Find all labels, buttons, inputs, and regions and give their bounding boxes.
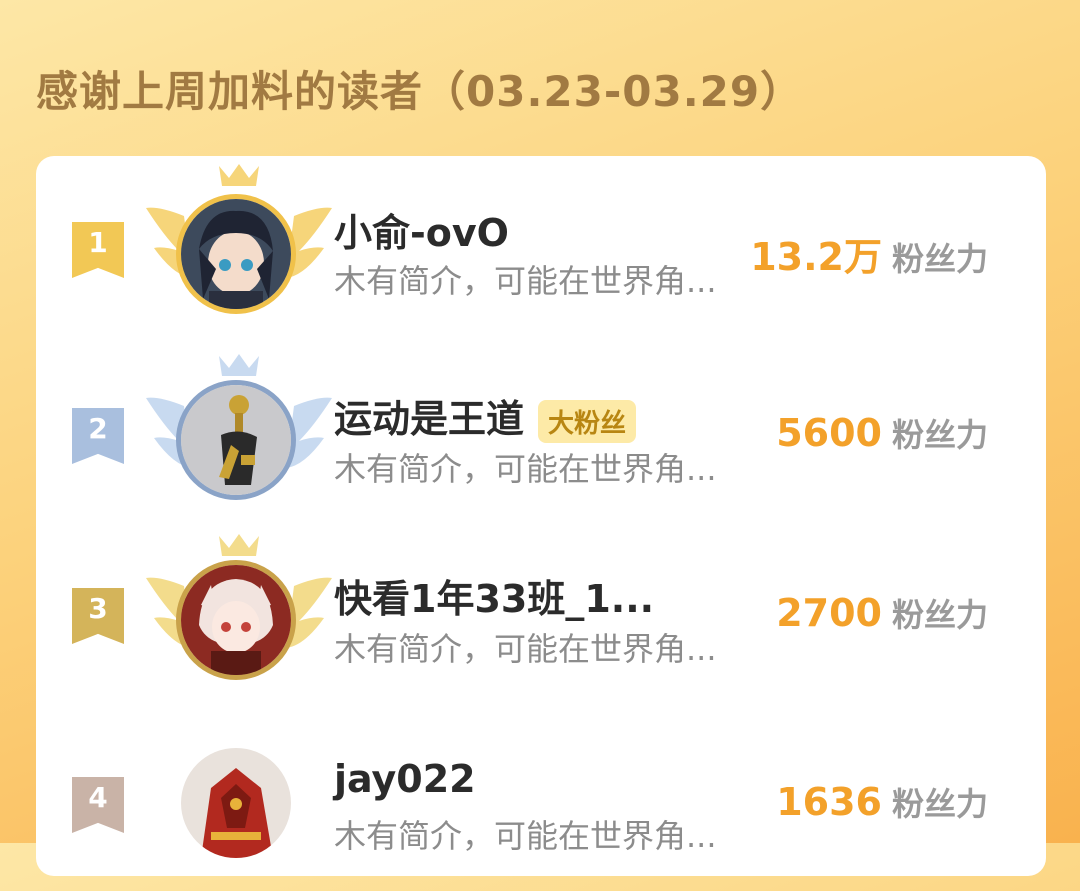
fans-value: 5600 — [776, 411, 882, 455]
list-item[interactable]: 1 小俞-ovO 木有简介，可能在世界角... 13.2万 粉丝力 — [36, 156, 1046, 336]
rank-ribbon-icon: 1 — [72, 222, 124, 278]
fans-unit: 粉丝力 — [891, 240, 988, 278]
avatar-frame — [144, 156, 334, 336]
avatar-frame — [144, 526, 334, 706]
list-item[interactable]: 4 jay022 木有简介，可能在世界角... 1636 粉丝力 — [36, 711, 1046, 891]
user-name[interactable]: jay022 — [334, 757, 476, 801]
big-fan-badge: 大粉丝 — [538, 400, 637, 443]
rank-ribbon-icon: 4 — [72, 777, 124, 833]
avatar[interactable] — [176, 380, 296, 500]
user-name[interactable]: 运动是王道 大粉丝 — [334, 388, 637, 443]
fans-power: 13.2万 粉丝力 — [750, 226, 988, 281]
fans-value: 13.2万 — [750, 235, 882, 279]
user-description: 木有简介，可能在世界角... — [334, 450, 717, 488]
fans-unit: 粉丝力 — [891, 785, 988, 823]
avatar[interactable] — [176, 560, 296, 680]
page-title: 感谢上周加料的读者（03.23-03.29） — [36, 67, 804, 116]
anime-girl-dark-hair-avatar-icon — [181, 199, 291, 309]
rank-ribbon-icon: 2 — [72, 408, 124, 464]
user-name[interactable]: 快看1年33班_1... — [334, 568, 654, 623]
ranking-card: 1 小俞-ovO 木有简介，可能在世界角... 13.2万 粉丝力 2 运动是王… — [36, 156, 1046, 876]
fans-value: 1636 — [776, 780, 882, 824]
anime-girl-white-hair-avatar-icon — [181, 565, 291, 675]
fans-power: 2700 粉丝力 — [776, 590, 988, 636]
avatar-frame — [144, 711, 334, 891]
fans-unit: 粉丝力 — [891, 596, 988, 634]
user-name[interactable]: 小俞-ovO — [334, 202, 509, 257]
rank-ribbon-icon: 3 — [72, 588, 124, 644]
user-description: 木有简介，可能在世界角... — [334, 817, 717, 855]
list-item[interactable]: 2 运动是王道 大粉丝 木有简介，可能在世界角... 5600 粉丝力 — [36, 346, 1046, 526]
list-item[interactable]: 3 快看1年33班_1... 木有简介，可能在世界角... 2700 粉丝力 — [36, 526, 1046, 706]
avatar[interactable] — [176, 743, 296, 863]
avatar[interactable] — [176, 194, 296, 314]
user-description: 木有简介，可能在世界角... — [334, 262, 717, 300]
fans-power: 5600 粉丝力 — [776, 410, 988, 456]
avatar-frame — [144, 346, 334, 526]
fans-value: 2700 — [776, 591, 882, 635]
user-description: 木有简介，可能在世界角... — [334, 630, 717, 668]
fans-power: 1636 粉丝力 — [776, 779, 988, 825]
fans-unit: 粉丝力 — [891, 416, 988, 454]
red-mecha-avatar-icon — [181, 748, 291, 858]
trophy-avatar-icon — [181, 385, 291, 495]
